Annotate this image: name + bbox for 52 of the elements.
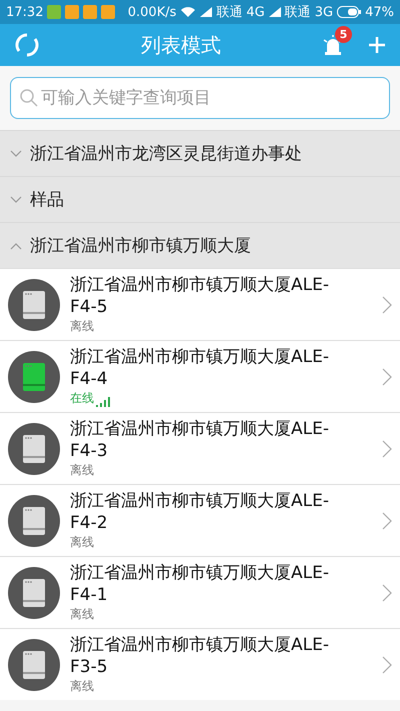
page-title: 列表模式 [140,32,222,58]
device-status: 离线 [70,318,94,335]
group-header[interactable]: 样品 [0,176,400,222]
device-row[interactable]: 浙江省温州市柳市镇万顺大厦ALE-F4-4 在线 [0,340,400,412]
app-icon [101,5,116,19]
device-name: 浙江省温州市柳市镇万顺大厦ALE-F4-4 [70,346,330,390]
chevron-right-icon [382,656,392,674]
chevron-right-icon [382,296,392,314]
signal-icon [200,7,212,17]
chevron-up-icon [10,242,22,250]
wifi-icon [180,6,196,18]
app-icon [47,5,62,19]
chevron-right-icon [382,584,392,602]
alarm-count-badge: 5 [335,26,352,43]
app-icon [83,5,98,19]
chevron-down-icon [10,196,22,204]
carrier-name: 联通 [284,4,311,21]
network-type: 4G [246,4,265,20]
device-status: 在线 [70,390,94,407]
group-header[interactable]: 浙江省温州市柳市镇万顺大厦 [0,222,400,268]
search-field[interactable]: 可输入关键字查询项目 [10,77,390,119]
device-row[interactable]: 浙江省温州市柳市镇万顺大厦ALE-F4-5 离线 [0,268,400,340]
add-button[interactable] [368,36,386,54]
device-name: 浙江省温州市柳市镇万顺大厦ALE-F3-5 [70,634,330,678]
device-status: 离线 [70,462,94,479]
device-row[interactable]: 浙江省温州市柳市镇万顺大厦ALE-F4-1 离线 [0,556,400,628]
device-row[interactable]: 浙江省温州市柳市镇万顺大厦ALE-F4-2 离线 [0,484,400,556]
search-icon [19,88,39,108]
device-name: 浙江省温州市柳市镇万顺大厦ALE-F4-2 [70,490,330,534]
device-name: 浙江省温州市柳市镇万顺大厦ALE-F4-3 [70,418,330,462]
battery-icon [337,6,362,18]
group-header[interactable]: 浙江省温州市龙湾区灵昆街道办事处 [0,130,400,176]
chevron-right-icon [382,368,392,386]
device-name: 浙江省温州市柳市镇万顺大厦ALE-F4-1 [70,562,330,606]
device-name: 浙江省温州市柳市镇万顺大厦ALE-F4-5 [70,274,330,318]
battery-level: 47% [365,4,394,20]
signal-icon [268,7,281,17]
refresh-button[interactable] [14,32,40,58]
network-type: 3G [314,4,334,20]
clock: 17:32 [6,4,44,20]
chevron-down-icon [10,150,22,158]
network-speed: 0.00K/s [128,4,176,20]
chevron-right-icon [382,512,392,530]
device-status: 离线 [70,606,94,623]
app-icon [65,5,80,19]
chevron-right-icon [382,440,392,458]
device-row[interactable]: 浙江省温州市柳市镇万顺大厦ALE-F3-5 离线 [0,628,400,700]
device-row[interactable]: 浙江省温州市柳市镇万顺大厦ALE-F4-3 离线 [0,412,400,484]
signal-icon [96,397,112,407]
device-status: 离线 [70,534,94,551]
device-status: 离线 [70,678,94,695]
carrier-name: 联通 [216,4,242,21]
